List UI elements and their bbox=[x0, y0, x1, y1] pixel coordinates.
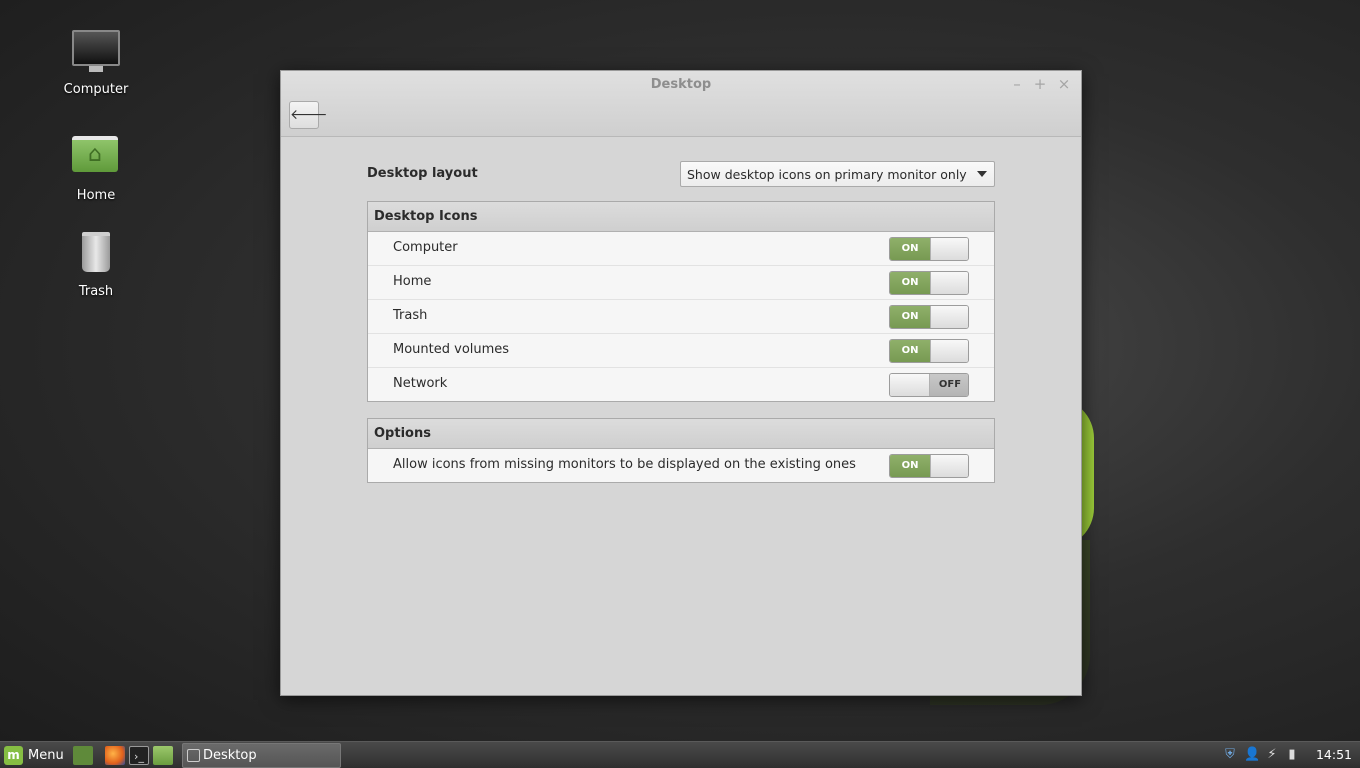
terminal-icon[interactable]: ›_ bbox=[129, 746, 149, 765]
settings-app-icon bbox=[187, 749, 200, 762]
minimize-button[interactable]: – bbox=[1009, 75, 1025, 93]
section-desktop-icons: Desktop Icons Computer ON Home ON Trash … bbox=[367, 201, 995, 402]
setting-label: Home bbox=[393, 274, 432, 289]
home-folder-icon bbox=[72, 136, 120, 184]
toggle-network[interactable]: OFF bbox=[889, 373, 969, 397]
dropdown-selected-value: Show desktop icons on primary monitor on… bbox=[687, 167, 967, 182]
toggle-state: ON bbox=[890, 272, 930, 294]
desktop-icon-label: Computer bbox=[63, 82, 129, 97]
task-window-label: Desktop bbox=[203, 748, 257, 763]
menu-button[interactable]: m Menu bbox=[4, 745, 64, 766]
trash-icon bbox=[72, 232, 120, 280]
desktop-icon-label: Trash bbox=[78, 284, 114, 299]
window-titlebar[interactable]: Desktop – + × 🡐 bbox=[281, 71, 1081, 137]
section-header: Options bbox=[368, 419, 994, 449]
toggle-state: OFF bbox=[930, 374, 968, 396]
setting-row-trash: Trash ON bbox=[368, 300, 994, 334]
back-button[interactable]: 🡐 bbox=[289, 101, 328, 129]
setting-row-mounted-volumes: Mounted volumes ON bbox=[368, 334, 994, 368]
setting-row-home: Home ON bbox=[368, 266, 994, 300]
computer-icon bbox=[72, 30, 120, 78]
mint-logo-icon: m bbox=[4, 746, 23, 765]
toggle-state: ON bbox=[890, 306, 930, 328]
maximize-button[interactable]: + bbox=[1032, 75, 1048, 93]
setting-label: Network bbox=[393, 376, 448, 391]
toggle-mounted-volumes[interactable]: ON bbox=[889, 339, 969, 363]
setting-label: Trash bbox=[393, 308, 428, 323]
window-title: Desktop bbox=[650, 77, 712, 92]
toggle-knob bbox=[930, 306, 968, 328]
user-icon[interactable]: 👤 bbox=[1244, 747, 1260, 763]
toggle-state: ON bbox=[890, 238, 930, 260]
toggle-trash[interactable]: ON bbox=[889, 305, 969, 329]
setting-row-computer: Computer ON bbox=[368, 232, 994, 266]
section-header: Desktop Icons bbox=[368, 202, 994, 232]
chevron-down-icon bbox=[977, 171, 987, 177]
toggle-state: ON bbox=[890, 340, 930, 362]
toggle-knob bbox=[930, 272, 968, 294]
menu-label: Menu bbox=[28, 748, 64, 763]
toggle-knob bbox=[890, 374, 930, 396]
setting-label: Computer bbox=[393, 240, 458, 255]
settings-content: Desktop layout Show desktop icons on pri… bbox=[367, 159, 995, 483]
close-button[interactable]: × bbox=[1056, 75, 1072, 93]
toggle-knob bbox=[930, 455, 968, 477]
desktop-layout-label: Desktop layout bbox=[367, 166, 478, 181]
setting-row-network: Network OFF bbox=[368, 368, 994, 401]
desktop-icon-home[interactable]: Home bbox=[56, 128, 136, 203]
desktop-icon-label: Home bbox=[76, 188, 116, 203]
show-desktop-icon[interactable] bbox=[73, 746, 93, 765]
section-options: Options Allow icons from missing monitor… bbox=[367, 418, 995, 483]
toggle-missing-monitors[interactable]: ON bbox=[889, 454, 969, 478]
taskbar-window-desktop[interactable]: Desktop bbox=[182, 743, 341, 768]
shield-icon[interactable]: ⛨ bbox=[1222, 747, 1238, 763]
toggle-computer[interactable]: ON bbox=[889, 237, 969, 261]
firefox-icon[interactable] bbox=[105, 746, 125, 765]
setting-row-missing-monitors: Allow icons from missing monitors to be … bbox=[368, 449, 994, 482]
toggle-home[interactable]: ON bbox=[889, 271, 969, 295]
desktop-icon-trash[interactable]: Trash bbox=[56, 228, 136, 299]
clock[interactable]: 14:51 bbox=[1316, 747, 1352, 762]
desktop-layout-dropdown[interactable]: Show desktop icons on primary monitor on… bbox=[680, 161, 995, 187]
setting-label: Allow icons from missing monitors to be … bbox=[393, 457, 856, 472]
setting-label: Mounted volumes bbox=[393, 342, 510, 357]
desktop-layout-row: Desktop layout Show desktop icons on pri… bbox=[367, 159, 995, 189]
toggle-knob bbox=[930, 340, 968, 362]
toggle-knob bbox=[930, 238, 968, 260]
desktop-icon-computer[interactable]: Computer bbox=[56, 28, 136, 97]
battery-icon[interactable]: ▮ bbox=[1284, 747, 1300, 763]
toggle-state: ON bbox=[890, 455, 930, 477]
desktop-settings-window: Desktop – + × 🡐 Desktop layout Show desk… bbox=[280, 70, 1082, 696]
taskbar: m Menu ›_ Desktop ⛨ 👤 ⚡ ▮ 14:51 bbox=[0, 741, 1360, 768]
arrow-left-icon: 🡐 bbox=[290, 107, 328, 123]
network-icon[interactable]: ⚡ bbox=[1264, 747, 1280, 763]
files-icon[interactable] bbox=[153, 746, 173, 765]
